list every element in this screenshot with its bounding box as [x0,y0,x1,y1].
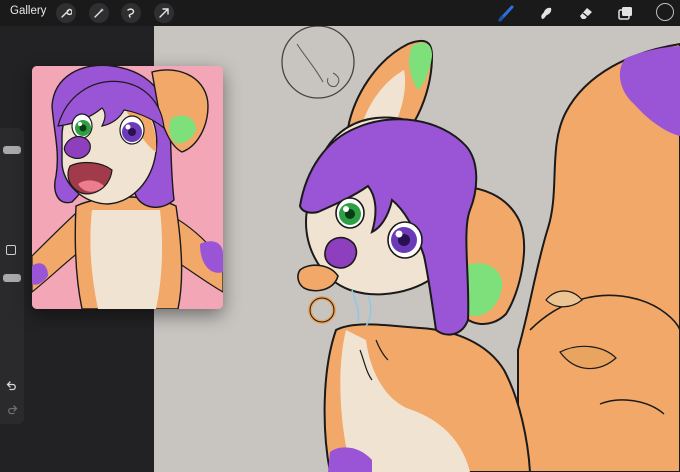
wrench-icon[interactable] [56,3,76,23]
magic-wand-icon[interactable] [89,3,109,23]
modifier-square-icon[interactable] [6,245,16,255]
brush-size-slider[interactable] [3,146,21,154]
opacity-slider[interactable] [3,274,21,282]
transform-arrow-icon[interactable] [154,3,174,23]
eraser-icon[interactable] [575,3,597,23]
artwork-illustration [281,26,680,472]
brush-icon[interactable] [495,3,517,23]
reference-window[interactable] [32,66,223,309]
selection-icon[interactable] [121,3,141,23]
reference-image [32,66,223,309]
drawing-canvas[interactable] [154,26,680,472]
sidebar [0,128,24,424]
top-toolbar: Gallery [0,0,680,26]
gallery-button[interactable]: Gallery [10,5,46,17]
smudge-icon[interactable] [535,3,557,23]
undo-icon[interactable] [6,380,18,392]
color-picker-button[interactable] [656,3,674,21]
redo-icon[interactable] [6,404,18,416]
layers-icon[interactable] [614,3,636,23]
